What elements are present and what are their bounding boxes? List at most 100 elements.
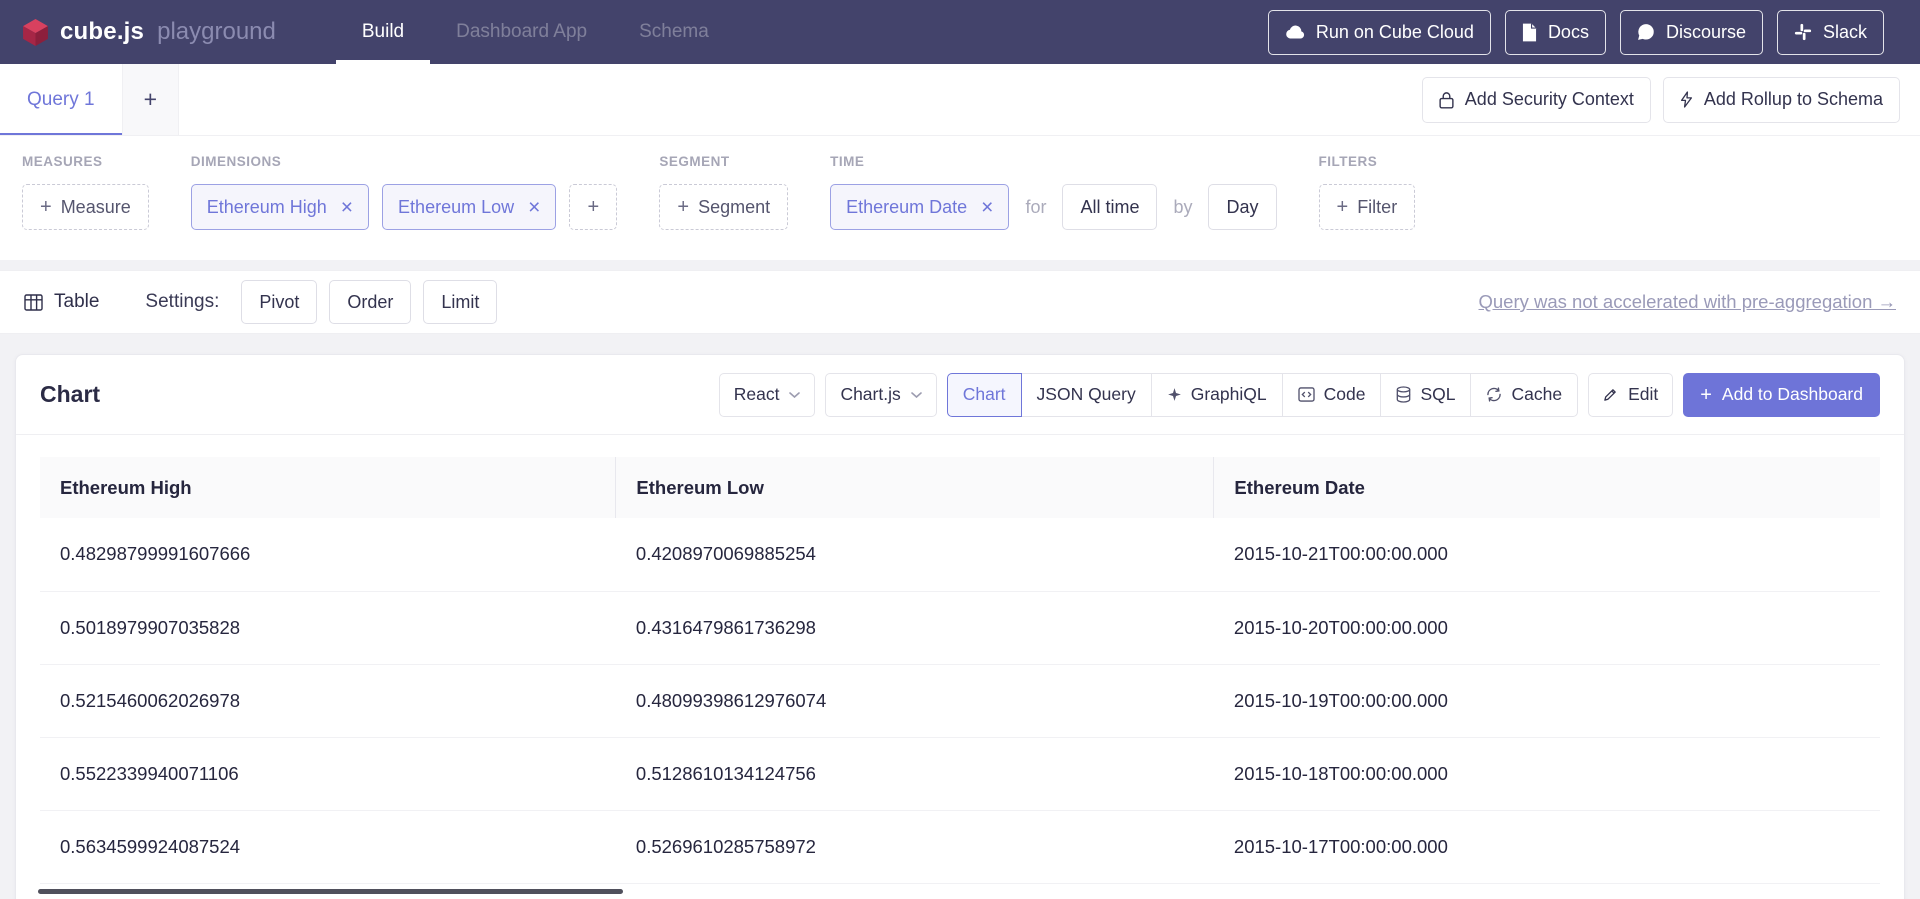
edit-pencil-icon [1603,387,1618,402]
dimension-chip[interactable]: Ethereum High × [191,184,369,230]
select-value: React [734,384,780,405]
time-dimension-chip[interactable]: Ethereum Date × [830,184,1009,230]
filters-group: FILTERS + Filter [1319,154,1416,230]
nav-tab-schema[interactable]: Schema [613,0,735,64]
table-cell: 2015-10-17T00:00:00.000 [1214,810,1880,883]
plus-icon: + [588,197,600,217]
button-label: Add Security Context [1465,89,1634,110]
table-cell: 0.5215460062026978 [40,664,616,737]
horizontal-scrollbar-thumb[interactable] [38,889,623,894]
lightning-icon [1680,91,1693,108]
add-query-tab-button[interactable]: + [122,64,179,135]
table-cell: 2015-10-19T00:00:00.000 [1214,664,1880,737]
measures-group: MEASURES + Measure [22,154,149,230]
plus-icon: + [1700,385,1712,405]
button-label: JSON Query [1037,384,1136,405]
table-cell: 2015-10-18T00:00:00.000 [1214,737,1880,810]
table-cell: 0.5634599924087524 [40,810,616,883]
chart-controls: React Chart.js Chart JSON Query GraphiQL [719,373,1880,417]
close-icon[interactable]: × [341,197,353,218]
sql-icon [1396,386,1411,403]
view-cache-button[interactable]: Cache [1470,373,1578,417]
dimension-chip[interactable]: Ethereum Low × [382,184,556,230]
time-label: TIME [830,154,1276,169]
query-tab-actions: Add Security Context Add Rollup to Schem… [1422,77,1900,123]
add-segment-button[interactable]: + Segment [659,184,788,230]
add-filter-button[interactable]: + Filter [1319,184,1416,230]
pivot-button[interactable]: Pivot [241,280,317,324]
add-rollup-to-schema-button[interactable]: Add Rollup to Schema [1663,77,1900,123]
view-json-query-button[interactable]: JSON Query [1021,373,1152,417]
limit-button[interactable]: Limit [423,280,497,324]
query-tab-1[interactable]: Query 1 [0,64,122,135]
cloud-icon [1285,25,1305,39]
discourse-icon [1637,23,1655,41]
settings-label: Settings: [145,291,219,313]
view-code-button[interactable]: Code [1282,373,1382,417]
plus-icon: + [677,197,689,217]
nav-tab-build[interactable]: Build [336,0,430,64]
close-icon[interactable]: × [981,197,993,218]
chart-panel: Chart React Chart.js Chart JSON Query Gr [15,354,1905,899]
granularity-button[interactable]: Day [1208,184,1276,230]
view-graphiql-button[interactable]: GraphiQL [1151,373,1283,417]
nav-tab-dashboard-app[interactable]: Dashboard App [430,0,613,64]
slack-button[interactable]: Slack [1777,10,1884,55]
by-label: by [1173,197,1192,218]
table-view-button[interactable]: Table [24,291,99,313]
view-switcher: Chart JSON Query GraphiQL Code SQL [947,373,1578,417]
button-label: Code [1324,384,1366,405]
dimensions-label: DIMENSIONS [191,154,618,169]
button-label: Segment [698,197,770,218]
order-button[interactable]: Order [329,280,411,324]
button-label: Slack [1823,22,1867,43]
preaggregation-link[interactable]: Query was not accelerated with pre-aggre… [1479,291,1897,313]
query-tab-label: Query 1 [27,89,95,111]
segment-label: SEGMENT [659,154,788,169]
chart-panel-header: Chart React Chart.js Chart JSON Query Gr [16,355,1904,435]
table-cell: 2015-10-21T00:00:00.000 [1214,518,1880,591]
brand-suffix: playground [157,18,276,46]
add-measure-button[interactable]: + Measure [22,184,149,230]
table-row: 0.5522339940071106 0.5128610134124756 20… [40,737,1880,810]
close-icon[interactable]: × [528,197,540,218]
settings-buttons: Pivot Order Limit [241,280,497,324]
table-cell: 2015-10-20T00:00:00.000 [1214,591,1880,664]
button-label: Discourse [1666,22,1746,43]
plus-icon: + [1337,197,1349,217]
chart-library-select[interactable]: Chart.js [825,373,936,417]
view-sql-button[interactable]: SQL [1380,373,1471,417]
nav-actions: Run on Cube Cloud Docs Discourse Slack [1268,10,1884,55]
column-header-ethereum-date: Ethereum Date [1214,457,1880,518]
date-range-button[interactable]: All time [1062,184,1157,230]
chip-label: Ethereum High [207,197,327,218]
button-label: Edit [1628,384,1658,405]
button-label: Filter [1357,197,1397,218]
edit-button[interactable]: Edit [1588,373,1673,417]
brand[interactable]: cube.js playground [22,0,276,64]
main-nav: Build Dashboard App Schema [336,0,735,64]
cubejs-logo-icon [22,18,49,47]
button-label: Cache [1511,384,1562,405]
table-cell: 0.48298799991607666 [40,518,616,591]
brand-name: cube.js [60,18,144,46]
docs-button[interactable]: Docs [1505,10,1606,55]
button-label: Docs [1548,22,1589,43]
run-on-cube-cloud-button[interactable]: Run on Cube Cloud [1268,10,1491,55]
select-value: Chart.js [840,384,900,405]
table-header-row: Ethereum High Ethereum Low Ethereum Date [40,457,1880,518]
column-header-ethereum-high: Ethereum High [40,457,616,518]
dimensions-group: DIMENSIONS Ethereum High × Ethereum Low … [191,154,618,230]
view-chart-button[interactable]: Chart [947,373,1022,417]
add-dimension-button[interactable]: + [569,184,617,230]
framework-select[interactable]: React [719,373,816,417]
discourse-button[interactable]: Discourse [1620,10,1763,55]
plus-icon: + [40,197,52,217]
chevron-down-icon [789,392,800,398]
add-security-context-button[interactable]: Add Security Context [1422,77,1651,123]
add-to-dashboard-button[interactable]: + Add to Dashboard [1683,373,1880,417]
query-builder: MEASURES + Measure DIMENSIONS Ethereum H… [0,136,1920,260]
chart-title: Chart [40,381,100,408]
button-label: Measure [61,197,131,218]
button-label: Add Rollup to Schema [1704,89,1883,110]
